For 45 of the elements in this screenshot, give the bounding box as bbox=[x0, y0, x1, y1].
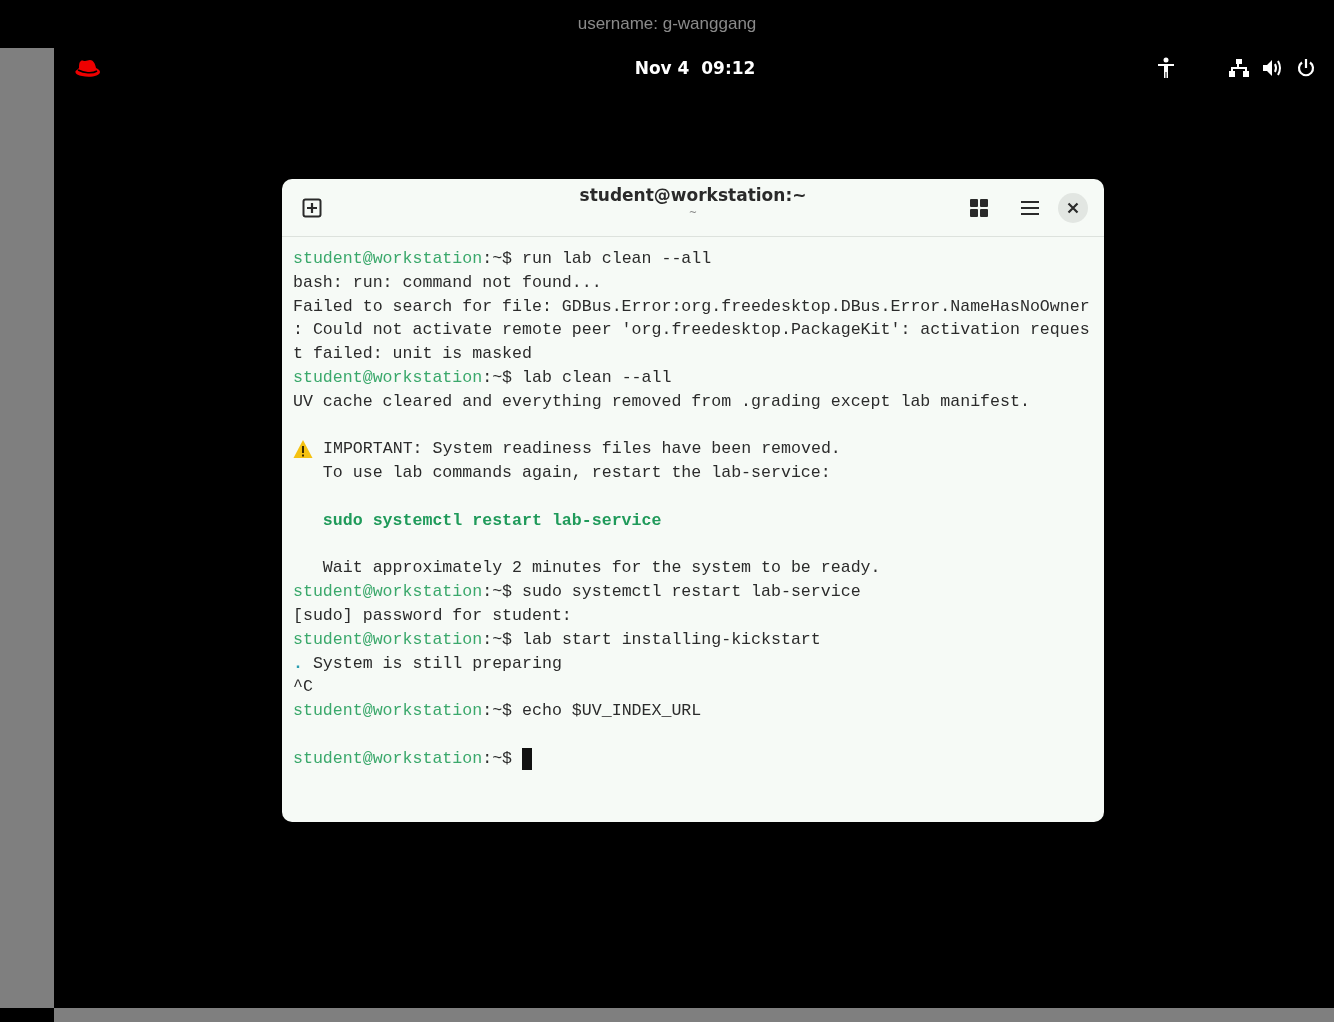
prompt-user: student@workstation bbox=[293, 248, 483, 270]
prompt-path: :~$ bbox=[482, 367, 513, 389]
output-text: ^C bbox=[293, 676, 313, 699]
warning-text: IMPORTANT: System readiness files have been removed. bbox=[323, 438, 841, 461]
output-text: Wait approximately 2 minutes for the system to be ready. bbox=[321, 557, 881, 580]
prompt-path: :~$ bbox=[482, 628, 513, 651]
prompt-user: student@workstation bbox=[293, 747, 483, 770]
output-text: UV cache cleared and everything removed from .grading except lab manifest. bbox=[293, 390, 1030, 413]
warning-icon bbox=[293, 439, 313, 460]
prompt-user: student@workstation bbox=[293, 367, 483, 389]
output-text: Failed to search for file: GDBus.Error:org.freedesktop.DBus.Error.NameHasNoOwner bbox=[293, 295, 1090, 318]
prompt-user: student@workstation bbox=[293, 628, 483, 651]
plus-square-icon bbox=[302, 197, 322, 218]
close-button[interactable] bbox=[1058, 192, 1088, 223]
prompt-path: :~$ bbox=[482, 747, 513, 770]
command-suggestion: sudo systemctl restart lab-service bbox=[321, 509, 662, 532]
command-text: lab clean --all bbox=[521, 367, 672, 389]
output-text: System is still preparing bbox=[312, 652, 562, 675]
output-text: [sudo] password for student: bbox=[293, 604, 572, 627]
prompt-path: :~$ bbox=[482, 581, 513, 604]
accessibility-icon[interactable] bbox=[1156, 57, 1176, 79]
output-text: To use lab commands again, restart the lab-service: bbox=[321, 462, 831, 485]
hat-logo-icon[interactable] bbox=[74, 57, 102, 79]
output-text: : Could not activate remote peer 'org.freedesktop.PackageKit': activation reques bbox=[293, 319, 1090, 342]
volume-icon[interactable] bbox=[1262, 58, 1284, 78]
power-icon[interactable] bbox=[1296, 58, 1316, 78]
clock[interactable]: Nov 4 09:12 bbox=[234, 58, 1156, 78]
prompt-path: :~$ bbox=[482, 700, 513, 723]
menu-icon bbox=[1020, 199, 1040, 216]
grid-icon bbox=[970, 198, 988, 217]
username-label: username: g-wanggang bbox=[577, 14, 757, 34]
prompt-path: :~$ bbox=[482, 248, 513, 270]
prompt-user: student@workstation bbox=[293, 700, 483, 723]
network-icon[interactable] bbox=[1228, 58, 1250, 78]
output-text: t failed: unit is masked bbox=[293, 343, 532, 366]
window-title: student@workstation:~ bbox=[579, 185, 807, 205]
close-icon bbox=[1067, 201, 1079, 214]
command-text: lab start installing-kickstart bbox=[521, 628, 821, 651]
spinner-text: . bbox=[293, 652, 304, 675]
command-text: echo $UV_INDEX_URL bbox=[521, 700, 702, 723]
window-subtitle: ~ bbox=[688, 207, 698, 218]
output-text: bash: run: command not found... bbox=[293, 271, 602, 294]
command-text: run lab clean --all bbox=[521, 248, 712, 270]
command-text: sudo systemctl restart lab-service bbox=[521, 581, 861, 604]
prompt-user: student@workstation bbox=[293, 581, 483, 604]
